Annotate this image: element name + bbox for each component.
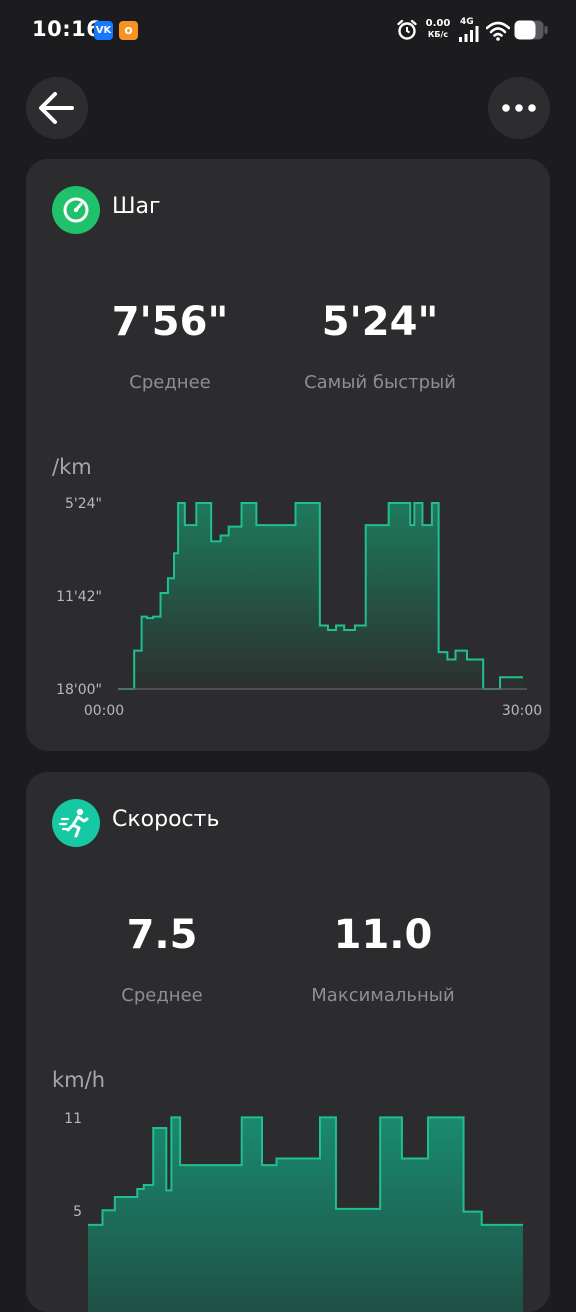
back-button[interactable] bbox=[26, 77, 88, 139]
net-speed-value: 0.00 bbox=[425, 18, 451, 29]
speed-icon-circle bbox=[52, 799, 100, 847]
pace-fastest-value: 5'24" bbox=[321, 299, 439, 345]
alarm-icon bbox=[397, 19, 417, 40]
speed-max-value: 11.0 bbox=[333, 912, 433, 958]
battery-icon bbox=[514, 20, 548, 40]
vk-app-icon: VK bbox=[94, 21, 113, 40]
pace-chart-y-tick-label: 18'00" bbox=[56, 682, 102, 698]
pace-chart-x-tick-label: 30:00 bbox=[502, 703, 542, 719]
speedometer-icon bbox=[63, 197, 89, 223]
signal-icon bbox=[459, 26, 479, 42]
more-button[interactable] bbox=[488, 77, 550, 139]
status-bar: 10:16 VK ᴏ 0.00 КБ/с 4G bbox=[0, 0, 576, 62]
pace-average-label: Среднее bbox=[129, 372, 211, 393]
speed-unit-label: km/h bbox=[52, 1068, 106, 1092]
running-person-icon bbox=[58, 808, 89, 838]
speed-chart: 11 5 bbox=[64, 1111, 523, 1312]
more-dots-icon bbox=[502, 104, 536, 112]
speed-chart-y-tick-label: 5 bbox=[73, 1204, 82, 1220]
pace-chart-y-tick-label: 11'42" bbox=[56, 589, 102, 605]
wifi-icon bbox=[486, 21, 510, 41]
status-time: 10:16 bbox=[32, 17, 102, 41]
net-speed: 0.00 КБ/с bbox=[423, 18, 453, 40]
arrow-left-icon bbox=[39, 92, 74, 124]
speed-average-value: 7.5 bbox=[126, 912, 198, 958]
speed-card: Скорость 7.5 Среднее 11.0 Максимальный k… bbox=[26, 772, 550, 1312]
speed-title: Скорость bbox=[112, 807, 220, 832]
speed-max-label: Максимальный bbox=[311, 985, 455, 1006]
pace-chart-x-tick-label: 00:00 bbox=[84, 703, 124, 719]
pace-icon-circle bbox=[52, 186, 100, 234]
status-icons: 0.00 КБ/с 4G bbox=[396, 16, 548, 46]
pace-chart-y-tick-label: 5'24" bbox=[65, 496, 102, 512]
pace-card: Шаг 7'56" Среднее 5'24" Самый быстрый /k… bbox=[26, 159, 550, 751]
speed-chart-y-tick-label: 11 bbox=[64, 1111, 82, 1127]
speed-average-label: Среднее bbox=[121, 985, 203, 1006]
ok-app-icon: ᴏ bbox=[119, 21, 138, 40]
pace-unit-label: /km bbox=[52, 455, 92, 479]
pace-title: Шаг bbox=[112, 194, 161, 219]
net-speed-unit: КБ/с bbox=[427, 30, 449, 39]
pace-fastest-label: Самый быстрый bbox=[304, 372, 456, 393]
pace-chart: 5'24" 11'42" 18'00" 00:00 30:00 bbox=[56, 496, 542, 719]
pace-average-value: 7'56" bbox=[111, 299, 229, 345]
